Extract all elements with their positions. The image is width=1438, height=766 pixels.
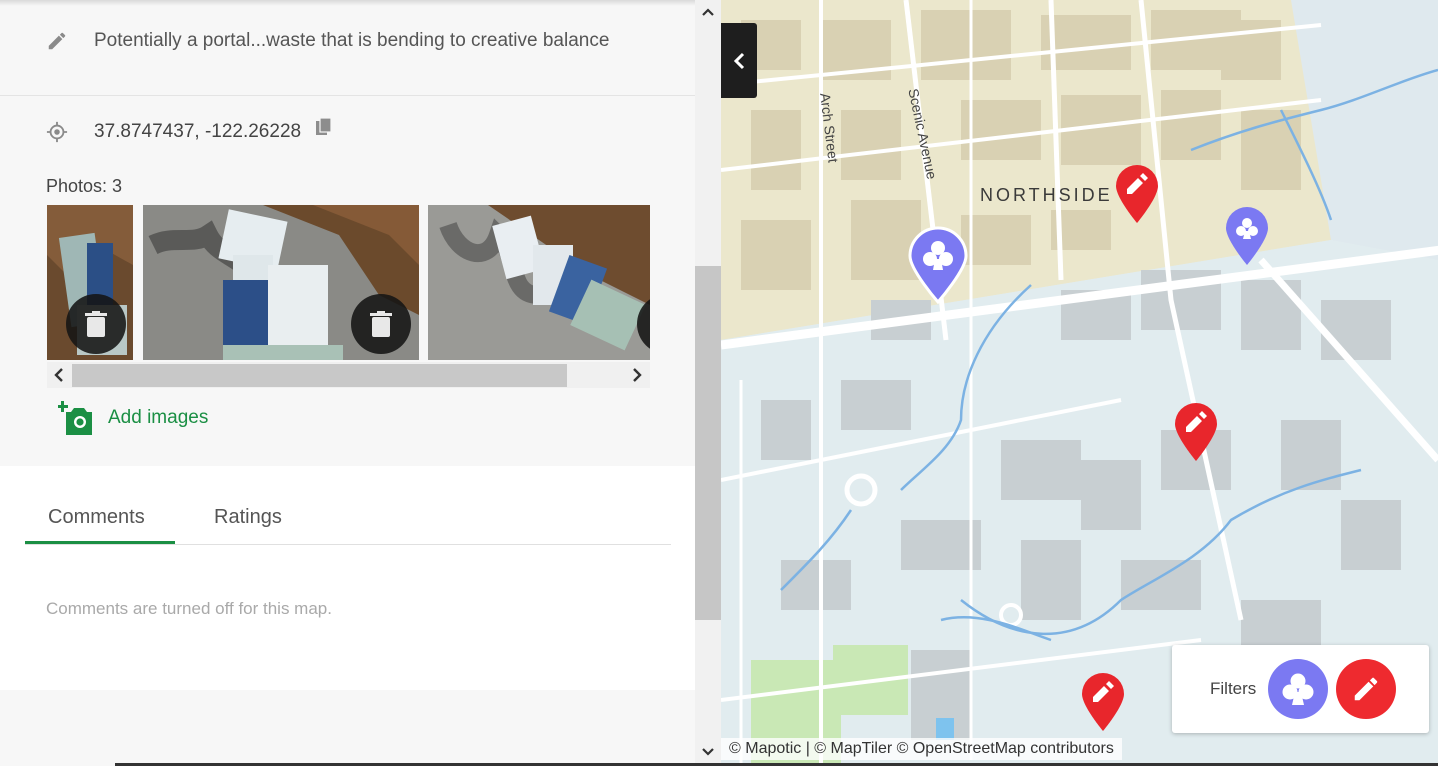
map-marker-pencil[interactable] <box>1173 401 1219 463</box>
location-target-icon <box>46 121 68 143</box>
tab-comments[interactable]: Comments <box>48 506 145 529</box>
place-coordinates: 37.8747437, -122.26228 <box>94 121 302 142</box>
active-tab-indicator <box>25 541 175 544</box>
map-marker-club[interactable] <box>1224 205 1270 267</box>
map-view[interactable]: Arch Street Scenic Avenue NORTHSIDE © Ma… <box>721 0 1438 766</box>
trash-icon <box>85 311 107 337</box>
add-images-label: Add images <box>108 407 209 428</box>
tab-divider <box>25 544 671 545</box>
photo-gallery <box>47 205 650 360</box>
photos-count-label: Photos: 3 <box>46 176 123 196</box>
filters-label: Filters <box>1210 679 1257 698</box>
area-label-northside: NORTHSIDE <box>980 185 1113 205</box>
chevron-left-icon[interactable] <box>51 366 67 384</box>
pencil-icon <box>48 32 66 50</box>
photo-thumbnail[interactable] <box>428 205 650 360</box>
add-photo-icon <box>58 401 92 435</box>
copy-icon[interactable] <box>316 118 333 137</box>
delete-photo-button[interactable] <box>351 294 411 354</box>
panel-scrollbar-thumb[interactable] <box>695 266 721 620</box>
photo-thumbnail[interactable] <box>47 205 133 360</box>
pencil-icon <box>1354 677 1378 701</box>
gallery-scrollbar[interactable] <box>47 362 650 388</box>
photo-thumbnail[interactable] <box>143 205 419 360</box>
delete-photo-button[interactable] <box>66 294 126 354</box>
panel-scrollbar[interactable] <box>695 0 721 766</box>
filter-pencil-button[interactable] <box>1336 659 1396 719</box>
map-attribution[interactable]: © Mapotic | © MapTiler © OpenStreetMap c… <box>721 738 1122 760</box>
chevron-left-icon <box>733 52 745 69</box>
description-row: Potentially a portal...waste that is ben… <box>0 0 695 96</box>
collapse-panel-button[interactable] <box>721 23 757 98</box>
map-marker-pencil[interactable] <box>1114 163 1160 225</box>
trash-icon <box>370 311 392 337</box>
place-description: Potentially a portal...waste that is ben… <box>94 30 610 51</box>
map-marker-club[interactable] <box>908 226 968 304</box>
chevron-right-icon[interactable] <box>629 366 645 384</box>
comments-disabled-message: Comments are turned off for this map. <box>46 599 332 618</box>
add-images-button[interactable]: Add images <box>58 400 208 436</box>
filters-box: Filters <box>1172 645 1429 733</box>
chevron-down-icon[interactable] <box>700 744 716 760</box>
comments-section: Comments Ratings Comments are turned off… <box>0 466 695 690</box>
filter-club-button[interactable] <box>1268 659 1328 719</box>
gallery-scrollbar-thumb[interactable] <box>72 364 567 387</box>
club-icon <box>1282 673 1314 705</box>
map-marker-pencil[interactable] <box>1080 671 1126 733</box>
place-detail-panel: Potentially a portal...waste that is ben… <box>0 0 695 766</box>
chevron-up-icon[interactable] <box>700 4 716 20</box>
tab-ratings[interactable]: Ratings <box>214 506 282 529</box>
